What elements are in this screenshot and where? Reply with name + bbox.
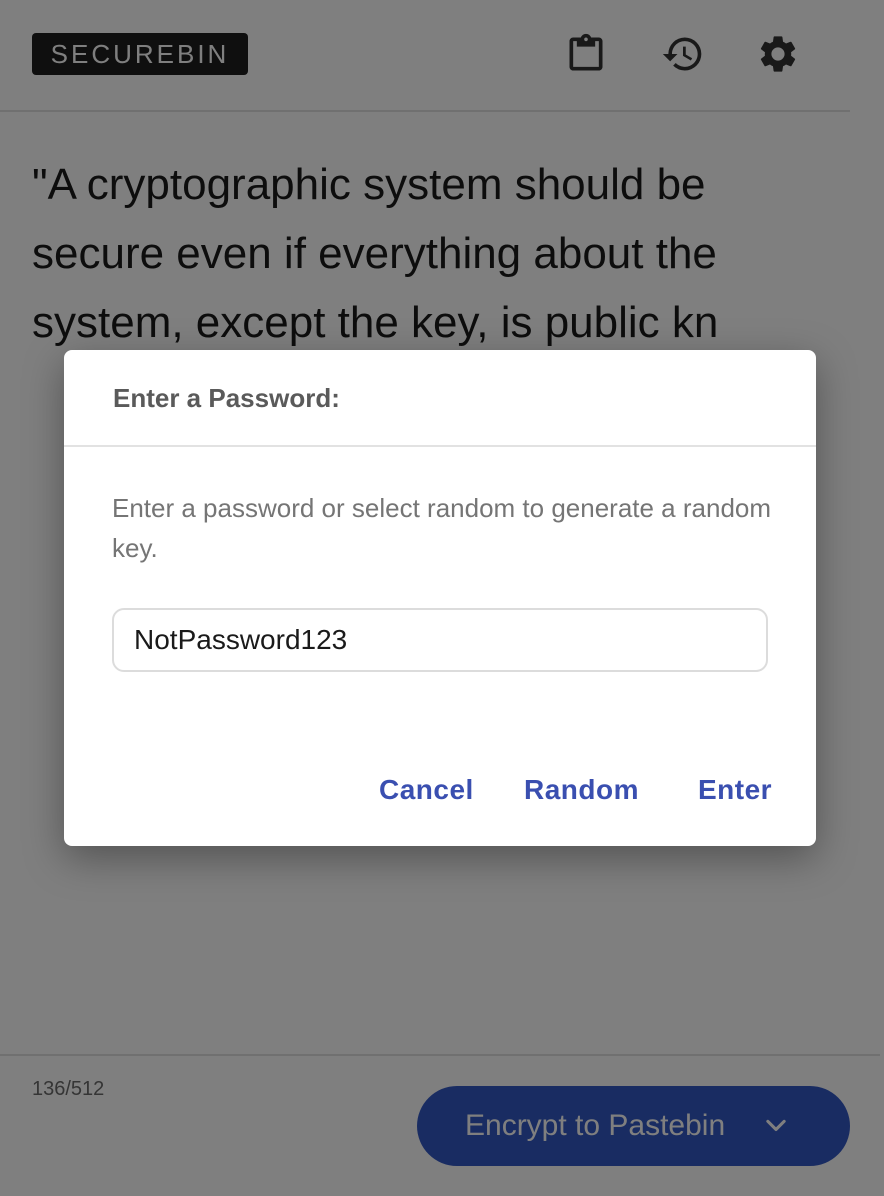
dialog-title: Enter a Password:: [113, 383, 340, 413]
enter-button[interactable]: Enter: [698, 774, 772, 806]
cancel-button[interactable]: Cancel: [379, 774, 474, 806]
random-button[interactable]: Random: [524, 774, 639, 806]
password-dialog: Enter a Password: Enter a password or se…: [64, 350, 816, 846]
dialog-divider: [64, 445, 816, 447]
password-input[interactable]: [112, 608, 768, 672]
dialog-message: Enter a password or select random to gen…: [112, 493, 772, 563]
app-page: SECUREBIN "A cryptographic system should…: [0, 0, 884, 1196]
